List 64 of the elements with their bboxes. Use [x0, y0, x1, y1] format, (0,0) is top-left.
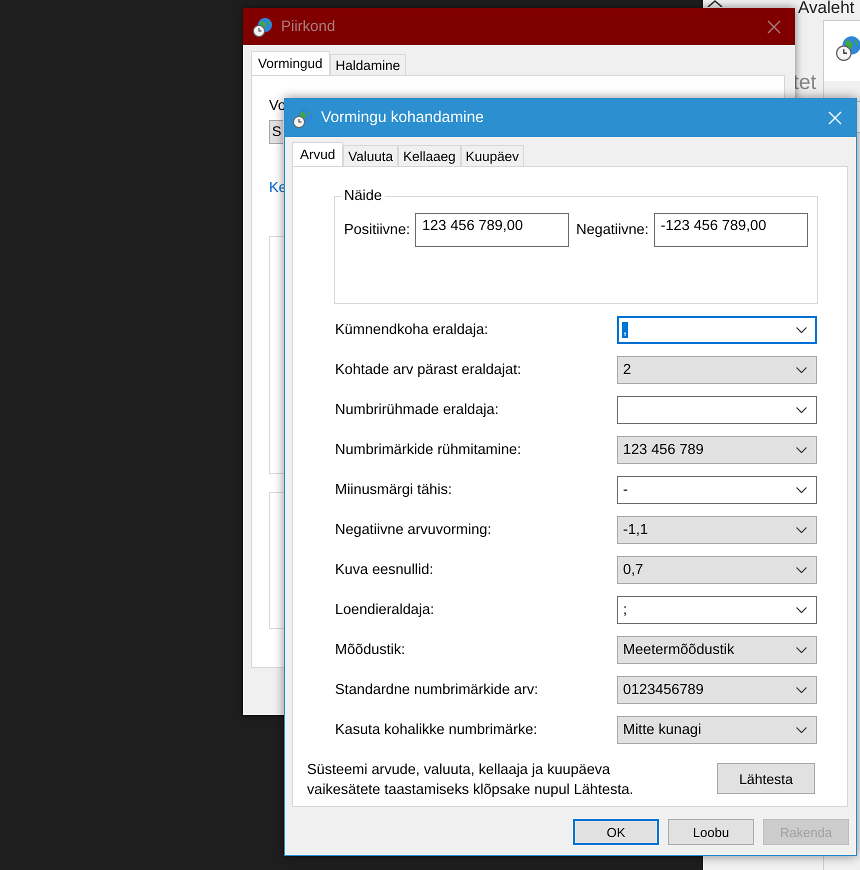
dialog-button[interactable]: Loobu [668, 819, 754, 845]
reset-note: Süsteemi arvude, valuuta, kellaaja ja kuupäeva vaikesätete taastamiseks klõpsake nupul Lähtesta. [307, 761, 634, 800]
field-label: Standardne numbrimärkide arv: [335, 682, 540, 698]
chevron-down-icon [796, 566, 807, 574]
dropdown[interactable]: 0,7 [617, 556, 817, 584]
dropdown[interactable]: 123 456 789 [617, 436, 817, 464]
dropdown[interactable]: - [617, 476, 817, 504]
field-label: Numbrimärkide rühmitamine: [335, 442, 522, 458]
globe-clock-icon [253, 16, 273, 36]
field-label: Mõõdustik: [335, 642, 406, 658]
field-label: Kümnendkoha eraldaja: [335, 322, 490, 338]
input-field[interactable]: 123 456 789,00 [415, 213, 570, 247]
tab[interactable]: Haldamine [330, 54, 406, 75]
reset-button[interactable]: Lähtesta [717, 763, 815, 794]
combo-value: 0,7 [622, 562, 644, 578]
dropdown[interactable]: S [269, 120, 283, 144]
field-label: Positiivne: [344, 222, 410, 238]
tab[interactable]: Arvud [292, 142, 344, 166]
input-field[interactable]: -123 456 789,00 [654, 213, 808, 247]
chevron-down-icon [796, 606, 807, 614]
chevron-down-icon [796, 446, 807, 454]
dropdown[interactable]: -1,1 [617, 516, 817, 544]
combo-value: Mitte kunagi [622, 722, 702, 738]
field-label: Numbrirühmade eraldaja: [335, 402, 500, 418]
dropdown[interactable]: ; [617, 596, 817, 624]
field-label: Negatiivne: [576, 222, 649, 238]
field-label: Loendieraldaja: [335, 602, 436, 618]
chevron-down-icon [796, 646, 807, 654]
close-icon[interactable] [767, 20, 781, 34]
chevron-down-icon [796, 686, 807, 694]
dropdown[interactable] [617, 396, 817, 424]
field-label: Kuva eesnullid: [335, 562, 434, 578]
dropdown[interactable]: 0123456789 [617, 676, 817, 704]
tab[interactable]: Kellaaeg [398, 145, 461, 166]
combo-value: , [622, 322, 628, 338]
window-title: Vormingu kohandamine [321, 109, 485, 127]
tab[interactable]: Kuupäev [460, 145, 524, 166]
dialog-button[interactable]: OK [573, 819, 659, 845]
tab[interactable]: Valuuta [343, 145, 398, 166]
chevron-down-icon [796, 326, 807, 334]
chevron-down-icon [796, 726, 807, 734]
dropdown[interactable]: 2 [617, 356, 817, 384]
field-label: Negatiivne arvuvorming: [335, 522, 492, 538]
field-label: Kohtade arv pärast eraldajat: [335, 362, 522, 378]
window-title: Piirkond [281, 18, 336, 35]
combo-value: Meetermõõdustik [622, 642, 736, 658]
chevron-down-icon [796, 406, 807, 414]
combo-value: - [622, 482, 629, 498]
chevron-down-icon [796, 366, 807, 374]
page-heading: Avaleht [798, 0, 854, 18]
tab[interactable]: Vormingud [251, 51, 330, 75]
dropdown[interactable]: Mitte kunagi [617, 716, 817, 744]
combo-value: 2 [622, 362, 632, 378]
field-label: Miinusmärgi tähis: [335, 482, 453, 498]
combo-value: 123 456 789 [622, 442, 705, 458]
field-label: Kasuta kohalikke numbrimärke: [335, 722, 538, 738]
globe-clock-icon [293, 108, 313, 128]
chevron-down-icon [796, 526, 807, 534]
chevron-down-icon [796, 486, 807, 494]
combo-value: ; [622, 602, 628, 618]
dropdown[interactable]: , [617, 316, 817, 344]
combo-value: 0123456789 [622, 682, 705, 698]
combo-value: -1,1 [622, 522, 649, 538]
dropdown[interactable]: Meetermõõdustik [617, 636, 817, 664]
